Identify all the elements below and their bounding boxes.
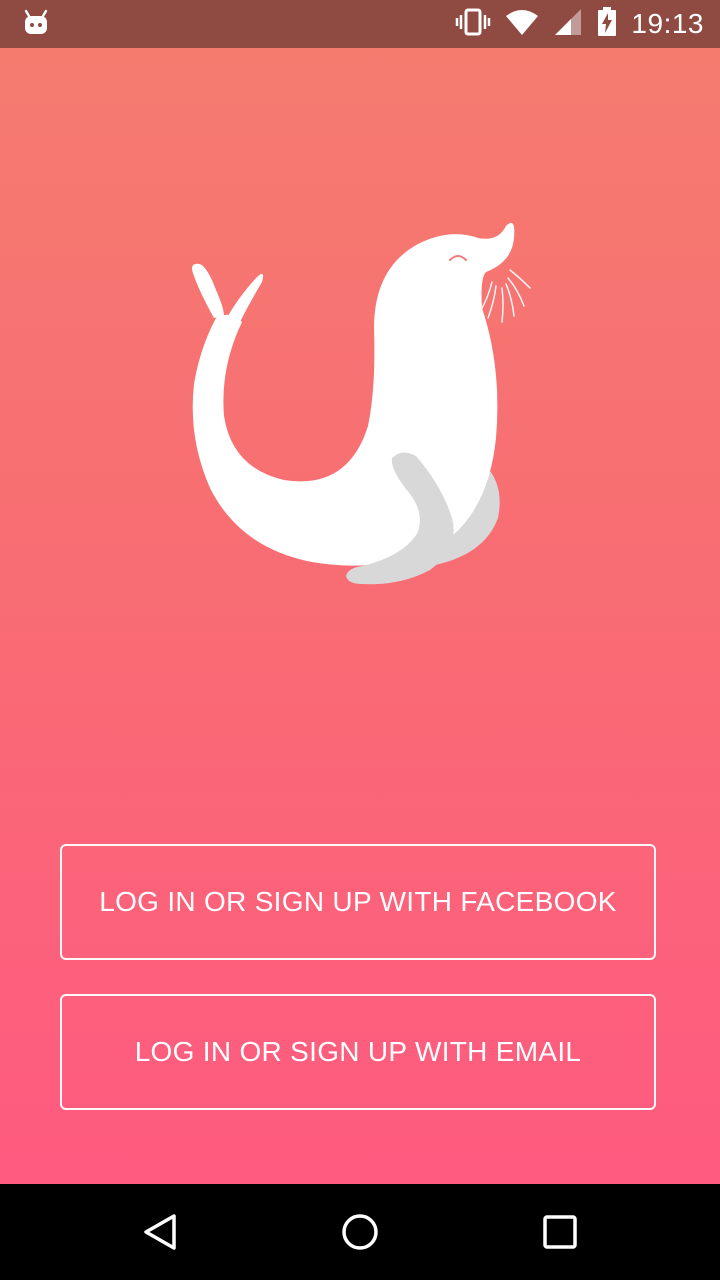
vibrate-icon <box>455 8 491 41</box>
back-icon[interactable] <box>140 1212 180 1252</box>
email-login-button[interactable]: LOG IN OR SIGN UP WITH EMAIL <box>60 994 656 1110</box>
status-bar: 19:13 <box>0 0 720 48</box>
welcome-screen: LOG IN OR SIGN UP WITH FACEBOOK LOG IN O… <box>0 48 720 1184</box>
status-time: 19:13 <box>631 8 704 39</box>
facebook-login-button[interactable]: LOG IN OR SIGN UP WITH FACEBOOK <box>60 844 656 960</box>
wifi-icon <box>505 8 539 41</box>
home-icon[interactable] <box>340 1212 380 1252</box>
recent-apps-icon[interactable] <box>540 1212 580 1252</box>
signal-icon <box>553 8 583 41</box>
seal-mascot-icon <box>180 198 560 598</box>
android-notification-icon <box>22 9 50 37</box>
navigation-bar <box>0 1184 720 1280</box>
battery-charging-icon <box>597 6 617 42</box>
